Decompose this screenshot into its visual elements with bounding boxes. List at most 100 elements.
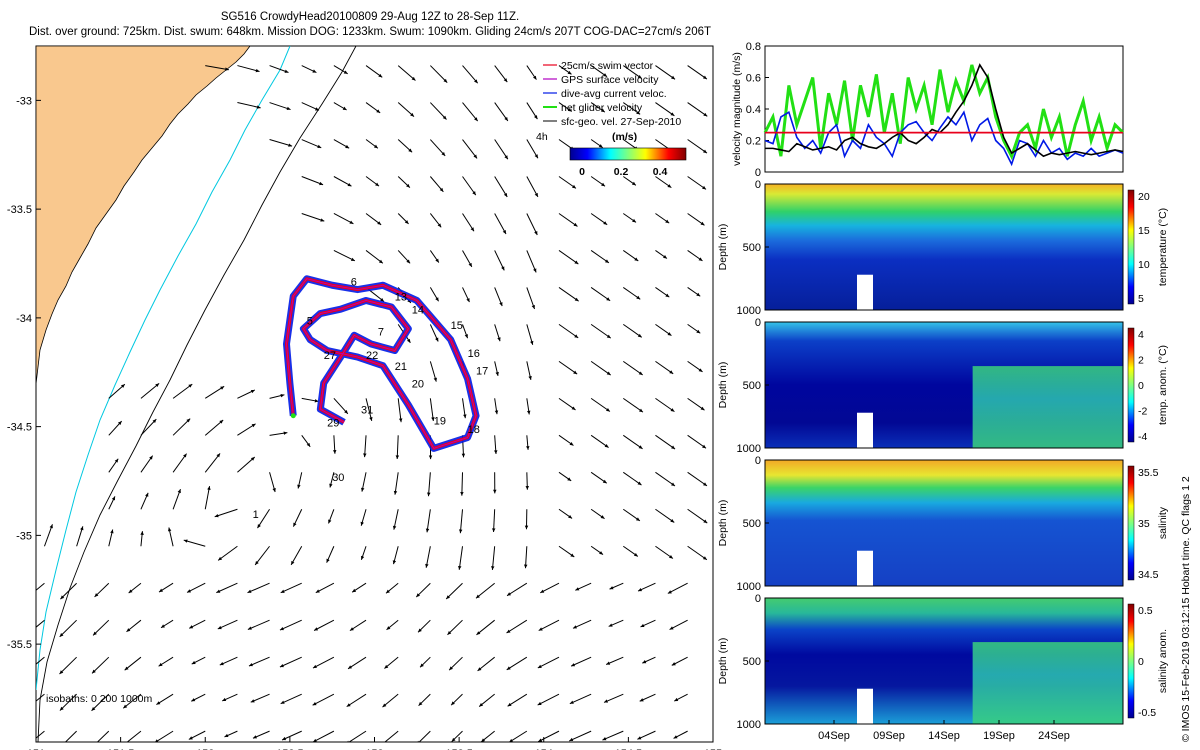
legend-item-dac: dive-avg current veloc. [543, 88, 667, 100]
section-ylabel-temperature: Depth (m) [717, 224, 729, 271]
section-gap-temp-anomaly [857, 412, 873, 448]
track-label-5: 14 [412, 305, 424, 317]
legend-age-label: 4h [536, 131, 548, 143]
section-panels: 05001000Depth (m)2015105temperature (°C)… [717, 179, 1169, 742]
section-ytick-temperature-1: 500 [743, 242, 761, 254]
section-cbar-tick-temperature-2: 10 [1138, 259, 1150, 271]
section-xtick-label-4: 24Sep [1038, 730, 1070, 742]
section-cbar-tick-temp-anomaly-3: -2 [1138, 406, 1147, 418]
section-xtick-label-0: 04Sep [818, 730, 850, 742]
section-colorbar-temp-anomaly [1127, 327, 1135, 443]
track-label-2: 6 [351, 276, 357, 288]
section-late-anomaly-salinity-anomaly [972, 642, 1123, 724]
section-cbar-tick-salinity-anomaly-2: -0.5 [1138, 707, 1156, 719]
section-gap-temperature [857, 274, 873, 310]
section-gap-salinity-anomaly [857, 688, 873, 724]
track-start-marker [290, 413, 296, 419]
isobath-label: isobaths: 0 200 1000m [46, 693, 152, 705]
map-ytick-label-3: -34.5 [7, 422, 32, 434]
section-cbar-label-temperature: temperature (°C) [1157, 208, 1169, 286]
section-cbar-tick-temp-anomaly-2: 0 [1138, 380, 1144, 392]
current-arrowhead-4 [26, 595, 30, 599]
velocity-panel: 0 0.2 0.4 0.6 0.8 velocity magnitude (m/s) [731, 41, 1125, 179]
current-arrowhead-0 [30, 739, 34, 743]
section-cbar-tick-temp-anomaly-0: 4 [1138, 329, 1144, 341]
track-label-9: 18 [468, 424, 480, 436]
section-field-temperature [765, 184, 1123, 310]
section-xtick-label-2: 14Sep [928, 730, 960, 742]
current-arrowhead-1 [28, 704, 32, 708]
section-field-salinity [765, 460, 1123, 586]
section-panel-salinity-anomaly: 0 500 1000 Depth (m) 0.5 0 -0.5 salinity anom. [717, 593, 1169, 731]
track-label-14: 27 [324, 350, 336, 362]
section-cbar-tick-temperature-1: 15 [1138, 225, 1150, 237]
map-panel: 15671314151617181920212227293031 151151.… [7, 45, 722, 750]
track-label-3: 7 [378, 326, 384, 338]
map-colorbar [569, 147, 687, 161]
section-colorbar-salinity [1127, 465, 1135, 581]
section-cbar-tick-temperature-3: 5 [1138, 293, 1144, 305]
section-cbar-tick-temperature-0: 20 [1138, 191, 1150, 203]
section-cbar-tick-salinity-anomaly-0: 0.5 [1138, 605, 1153, 617]
track-label-12: 21 [395, 361, 407, 373]
section-gap-salinity [857, 550, 873, 586]
figure-canvas: 15671314151617181920212227293031 151151.… [7, 41, 1169, 750]
map-ytick-label-1: -33.5 [7, 204, 32, 216]
velocity-ytick-label-1: 0.2 [746, 136, 761, 148]
colorbar-tick-2: 0.4 [653, 166, 668, 178]
current-arrowhead-22 [122, 742, 126, 746]
legend-label-geo: sfc-geo. vel. 27-Sep-2010 [561, 116, 681, 128]
track-label-13: 22 [366, 350, 378, 362]
velocity-ytick-label-2: 0.4 [746, 104, 761, 116]
track-label-16: 30 [332, 472, 344, 484]
section-xtick-label-1: 09Sep [873, 730, 905, 742]
map-ytick-label-0: -33 [16, 95, 32, 107]
section-ytick-temperature-2: 1000 [737, 305, 761, 317]
section-ylabel-temp-anomaly: Depth (m) [717, 362, 729, 409]
section-cbar-tick-salinity-anomaly-1: 0 [1138, 656, 1144, 668]
section-ytick-temp-anomaly-2: 1000 [737, 443, 761, 455]
colorbar-tick-1: 0.2 [614, 166, 629, 178]
section-ytick-temp-anomaly-1: 500 [743, 380, 761, 392]
legend-label-swim: 25cm/s swim vector [561, 60, 654, 72]
track-label-11: 20 [412, 378, 424, 390]
track-label-0: 1 [253, 509, 259, 521]
section-ytick-temperature-0: 0 [755, 179, 761, 191]
track-label-15: 29 [327, 418, 339, 430]
legend-label-net: net glider velocity [561, 102, 643, 114]
section-colorbar-temperature [1127, 189, 1135, 305]
section-colorbar-salinity-anomaly [1127, 603, 1135, 719]
current-arrowhead-12 [92, 744, 96, 748]
map-ytick-label-5: -35.5 [7, 639, 32, 651]
section-cbar-tick-temp-anomaly-1: 2 [1138, 355, 1144, 367]
map-ytick-label-2: -34 [16, 313, 32, 325]
current-arrowhead-6 [61, 743, 65, 747]
section-ytick-salinity-1: 500 [743, 518, 761, 530]
legend-item-gps: GPS surface velocity [543, 74, 659, 86]
track-label-6: 15 [451, 320, 463, 332]
section-xtick-label-3: 19Sep [983, 730, 1015, 742]
section-ytick-salinity-anomaly-1: 500 [743, 656, 761, 668]
section-ytick-salinity-2: 1000 [737, 581, 761, 593]
section-cbar-label-salinity: salinity [1157, 506, 1169, 539]
section-panel-salinity: 0 500 1000 Depth (m) 35.5 35 34.5 salinity [717, 455, 1169, 593]
track-label-4: 13 [395, 291, 407, 303]
velocity-ytick-label-3: 0.6 [746, 73, 761, 85]
section-cbar-tick-temp-anomaly-4: -4 [1138, 431, 1147, 443]
velocity-ytick-label-4: 0.8 [746, 41, 761, 53]
legend-label-dac: dive-avg current veloc. [561, 88, 667, 100]
colorbar-title: (m/s) [612, 131, 637, 143]
track-label-7: 16 [468, 348, 480, 360]
current-arrowhead-2 [27, 668, 31, 672]
section-ytick-salinity-anomaly-0: 0 [755, 593, 761, 605]
section-cbar-tick-salinity-2: 34.5 [1138, 569, 1159, 581]
map-ytick-label-4: -35 [16, 530, 32, 542]
track-label-8: 17 [476, 365, 488, 377]
section-ytick-salinity-0: 0 [755, 455, 761, 467]
section-cbar-label-salinity-anomaly: salinity anom. [1157, 629, 1169, 693]
colorbar-tick-0: 0 [579, 166, 585, 178]
track-label-1: 5 [307, 315, 313, 327]
section-late-anomaly-temp-anomaly [972, 366, 1123, 448]
section-cbar-tick-salinity-0: 35.5 [1138, 467, 1159, 479]
legend-item-geo: sfc-geo. vel. 27-Sep-2010 [543, 116, 681, 128]
